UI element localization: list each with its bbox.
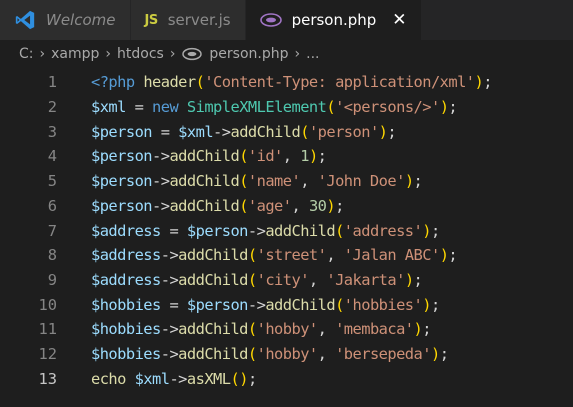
- code-text: $person->addChild('age', 30);: [91, 196, 344, 215]
- chevron-right-icon: ›: [294, 46, 301, 62]
- tab-server-js[interactable]: JS server.js: [130, 0, 246, 40]
- line-number: 8: [47, 246, 57, 265]
- breadcrumb-item-drive[interactable]: C:: [19, 46, 34, 62]
- code-line[interactable]: 3 $person = $xml->addChild('person');: [0, 119, 573, 144]
- code-line[interactable]: 6 $person->addChild('age', 30);: [0, 194, 573, 219]
- code-line[interactable]: 9 $address->addChild('city', 'Jakarta');: [0, 268, 573, 293]
- code-line[interactable]: 7 $address = $person->addChild('address')…: [0, 218, 573, 243]
- code-line[interactable]: 4 $person->addChild('id', 1);: [0, 144, 573, 169]
- line-number: 10: [38, 295, 57, 314]
- breadcrumb: C: › xampp › htdocs › person.php › ...: [0, 40, 573, 68]
- line-number: 3: [47, 122, 57, 141]
- line-number: 11: [38, 320, 57, 339]
- code-text: $address->addChild('street', 'Jalan ABC'…: [91, 246, 458, 265]
- breadcrumb-item-htdocs[interactable]: htdocs: [117, 46, 164, 62]
- tab-welcome-label: Welcome: [46, 11, 116, 29]
- code-line[interactable]: 10 $hobbies = $person->addChild('hobbies'…: [0, 292, 573, 317]
- close-icon[interactable]: ✕: [392, 10, 406, 30]
- tab-person-php-label: person.php: [291, 11, 377, 29]
- line-number: 12: [38, 345, 57, 364]
- code-text: $person->addChild('name', 'John Doe');: [91, 172, 423, 191]
- chevron-right-icon: ›: [105, 46, 111, 62]
- line-number: 9: [47, 270, 57, 289]
- code-editor[interactable]: 1 <?php header('Content-Type: application…: [0, 70, 573, 407]
- line-number: 7: [47, 221, 57, 240]
- code-text: $hobbies->addChild('hobby', 'membaca');: [91, 320, 432, 339]
- line-number: 2: [47, 98, 57, 117]
- code-text: $hobbies = $person->addChild('hobbies');: [91, 295, 440, 314]
- code-line[interactable]: 2 $xml = new SimpleXMLElement('<persons/>…: [0, 95, 573, 120]
- line-number: 13: [38, 369, 57, 388]
- php-icon: [259, 13, 282, 27]
- line-number: 5: [47, 172, 57, 191]
- code-line[interactable]: 12 $hobbies->addChild('hobby', 'bersepeda…: [0, 342, 573, 367]
- code-text: $person = $xml->addChild('person');: [91, 122, 397, 141]
- code-text: <?php header('Content-Type: application/…: [91, 73, 493, 92]
- tab-bar: Welcome JS server.js person.php ✕: [0, 0, 573, 40]
- chevron-right-icon: ›: [169, 46, 176, 62]
- code-text: $xml = new SimpleXMLElement('<persons/>'…: [91, 98, 458, 117]
- code-line[interactable]: 5 $person->addChild('name', 'John Doe');: [0, 169, 573, 194]
- line-number: 4: [47, 147, 57, 166]
- code-line[interactable]: 8 $address->addChild('street', 'Jalan ABC…: [0, 243, 573, 268]
- tab-person-php[interactable]: person.php ✕: [245, 0, 422, 40]
- tab-welcome[interactable]: Welcome: [0, 0, 131, 40]
- code-text: $address = $person->addChild('address');: [91, 221, 440, 240]
- code-line[interactable]: 11 $hobbies->addChild('hobby', 'membaca')…: [0, 317, 573, 342]
- line-number: 1: [47, 73, 57, 92]
- chevron-right-icon: ›: [39, 46, 46, 62]
- breadcrumb-item-symbol[interactable]: ...: [306, 46, 319, 62]
- vscode-icon: [15, 10, 35, 30]
- code-line[interactable]: 13 echo $xml->asXML();: [0, 366, 573, 391]
- breadcrumb-item-file[interactable]: person.php: [209, 46, 288, 62]
- js-icon: JS: [144, 12, 159, 28]
- code-text: $person->addChild('id', 1);: [91, 147, 327, 166]
- code-line[interactable]: 1 <?php header('Content-Type: application…: [0, 70, 573, 95]
- breadcrumb-item-xampp[interactable]: xampp: [51, 46, 99, 62]
- php-icon: [182, 47, 203, 61]
- code-text: echo $xml->asXML();: [91, 369, 257, 388]
- tab-server-js-label: server.js: [167, 11, 231, 29]
- code-text: $hobbies->addChild('hobby', 'bersepeda')…: [91, 345, 449, 364]
- line-number: 6: [47, 196, 57, 215]
- code-text: $address->addChild('city', 'Jakarta');: [91, 270, 423, 289]
